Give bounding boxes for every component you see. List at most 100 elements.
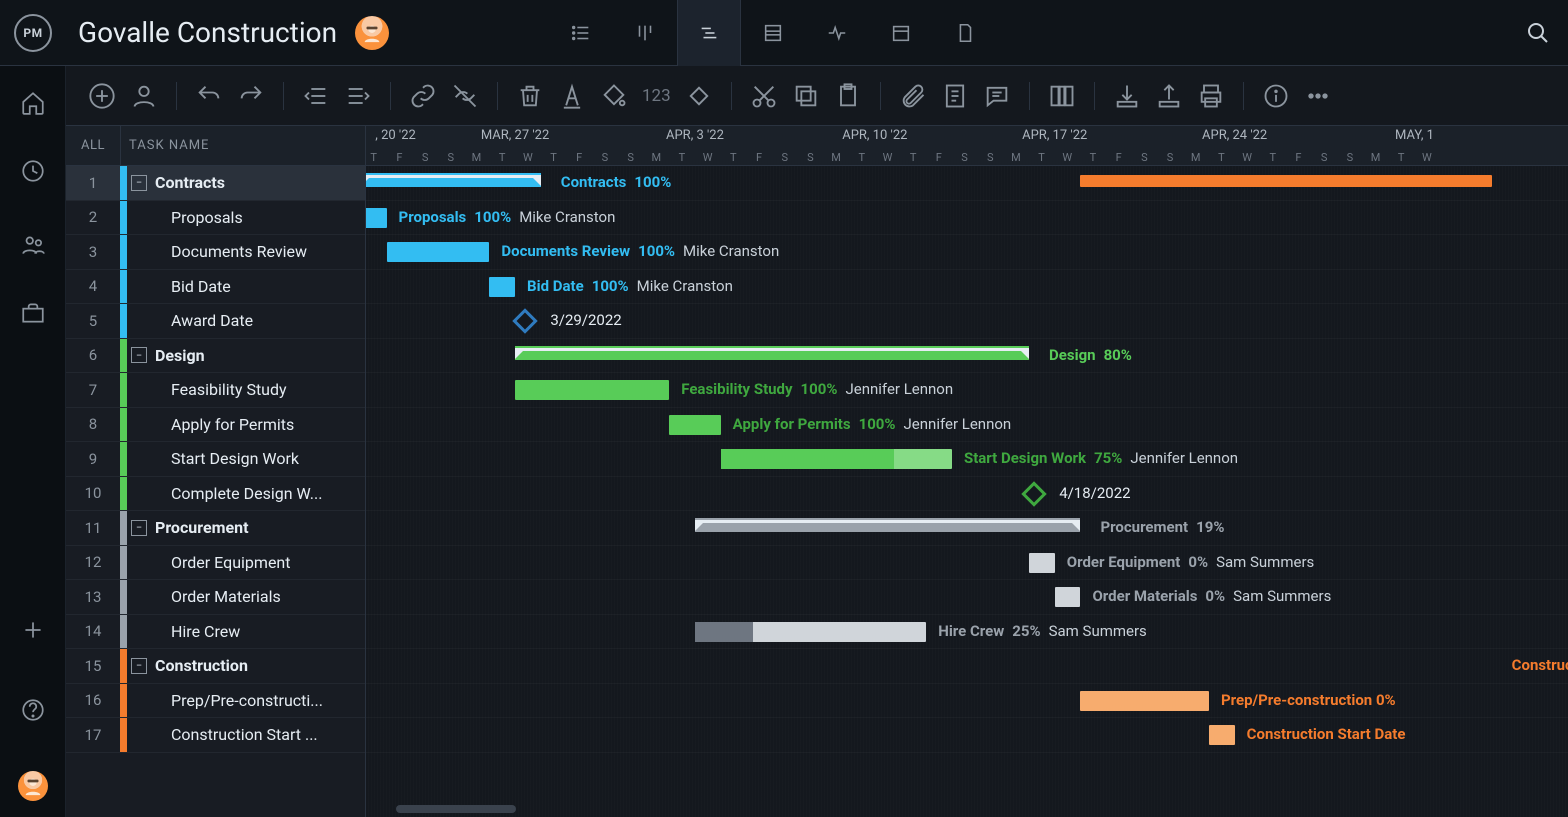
link-button[interactable] (409, 82, 437, 110)
task-row[interactable]: 16Prep/Pre-constructi... (66, 684, 365, 719)
info-button[interactable] (1262, 82, 1290, 110)
task-color-bar (120, 684, 127, 718)
paste-button[interactable] (834, 82, 862, 110)
task-row-number: 6 (66, 346, 120, 364)
task-name-label: Complete Design W... (171, 484, 365, 503)
task-row-number: 5 (66, 312, 120, 330)
view-list[interactable] (549, 0, 613, 66)
view-sheet[interactable] (741, 0, 805, 66)
task-row[interactable]: 11−Procurement (66, 511, 365, 546)
gantt-task-bar[interactable] (387, 242, 490, 262)
assign-button[interactable] (130, 82, 158, 110)
cut-button[interactable] (750, 82, 778, 110)
indent-button[interactable] (344, 82, 372, 110)
view-board[interactable] (613, 0, 677, 66)
task-row[interactable]: 10Complete Design W... (66, 477, 365, 512)
view-calendar[interactable] (869, 0, 933, 66)
outdent-button[interactable] (302, 82, 330, 110)
gantt-task-bar[interactable] (489, 277, 515, 297)
gantt-task-bar[interactable] (721, 449, 952, 469)
redo-button[interactable] (237, 82, 265, 110)
gantt-bar-label: Apply for Permits100%Jennifer Lennon (733, 415, 1012, 433)
home-icon[interactable] (20, 90, 46, 116)
gantt-bar-label: Order Materials0%Sam Summers (1092, 587, 1331, 605)
task-name-label: Design (155, 346, 365, 365)
app-logo[interactable]: PM (14, 14, 52, 52)
task-row[interactable]: 9Start Design Work (66, 442, 365, 477)
more-button[interactable] (1304, 82, 1332, 110)
task-row[interactable]: 3Documents Review (66, 235, 365, 270)
timeline-day-label: M (1363, 151, 1389, 164)
fill-color-button[interactable] (600, 82, 628, 110)
export-button[interactable] (1155, 82, 1183, 110)
gantt-summary-bar[interactable] (515, 348, 1029, 358)
task-color-bar (120, 373, 127, 407)
team-icon[interactable] (20, 232, 46, 258)
text-color-button[interactable] (558, 82, 586, 110)
person-icon (361, 22, 383, 44)
task-row[interactable]: 5Award Date (66, 304, 365, 339)
comments-button[interactable] (983, 82, 1011, 110)
gantt-task-bar[interactable] (669, 415, 720, 435)
task-row[interactable]: 6−Design (66, 339, 365, 374)
task-row[interactable]: 12Order Equipment (66, 546, 365, 581)
task-color-bar (120, 166, 127, 200)
timeline-day-label: T (1209, 151, 1235, 164)
task-name-label: Feasibility Study (171, 380, 365, 399)
print-button[interactable] (1197, 82, 1225, 110)
task-row-number: 12 (66, 553, 120, 571)
view-gantt[interactable] (677, 0, 741, 66)
task-row[interactable]: 4Bid Date (66, 270, 365, 305)
task-row[interactable]: 17Construction Start ... (66, 718, 365, 753)
gantt-task-bar[interactable] (1209, 725, 1235, 745)
attach-button[interactable] (899, 82, 927, 110)
collapse-icon[interactable]: − (131, 347, 147, 363)
gantt-task-bar[interactable] (366, 208, 387, 228)
gantt-summary-bar[interactable] (366, 175, 541, 185)
notes-button[interactable] (941, 82, 969, 110)
copy-button[interactable] (792, 82, 820, 110)
task-row[interactable]: 13Order Materials (66, 580, 365, 615)
add-icon[interactable] (20, 617, 46, 643)
number-format-button[interactable]: 123 (642, 86, 671, 106)
help-icon[interactable] (20, 697, 46, 723)
column-taskname[interactable]: TASK NAME (121, 138, 209, 153)
horizontal-scrollbar[interactable] (396, 805, 516, 813)
current-user-avatar[interactable] (18, 771, 48, 801)
view-activity[interactable] (805, 0, 869, 66)
task-row[interactable]: 15−Construction (66, 649, 365, 684)
timeline-day-label: S (798, 151, 824, 164)
gantt-task-bar[interactable] (515, 380, 669, 400)
task-row[interactable]: 7Feasibility Study (66, 373, 365, 408)
collapse-icon[interactable]: − (131, 520, 147, 536)
undo-button[interactable] (195, 82, 223, 110)
timeline-day-label: F (746, 151, 772, 164)
gantt-chart[interactable]: Contracts100%Proposals100%Mike CranstonD… (366, 166, 1568, 817)
gantt-task-bar[interactable] (695, 622, 926, 642)
task-row[interactable]: 2Proposals (66, 201, 365, 236)
search-icon[interactable] (1526, 21, 1550, 45)
recent-icon[interactable] (20, 158, 46, 184)
task-row[interactable]: 1−Contracts (66, 166, 365, 201)
gantt-summary-bar[interactable] (1080, 175, 1491, 187)
project-owner-avatar[interactable] (355, 16, 389, 50)
portfolio-icon[interactable] (20, 300, 46, 326)
task-row[interactable]: 14Hire Crew (66, 615, 365, 650)
task-row[interactable]: 8Apply for Permits (66, 408, 365, 443)
task-list-header: ALL TASK NAME (66, 126, 366, 166)
collapse-icon[interactable]: − (131, 175, 147, 191)
gantt-task-bar[interactable] (1029, 553, 1055, 573)
gantt-task-bar[interactable] (1080, 691, 1209, 711)
columns-button[interactable] (1048, 82, 1076, 110)
unlink-button[interactable] (451, 82, 479, 110)
view-files[interactable] (933, 0, 997, 66)
collapse-icon[interactable]: − (131, 658, 147, 674)
task-row-number: 15 (66, 657, 120, 675)
gantt-task-bar[interactable] (1055, 587, 1081, 607)
add-task-button[interactable] (88, 82, 116, 110)
milestone-button[interactable] (685, 82, 713, 110)
column-all[interactable]: ALL (66, 138, 120, 153)
delete-button[interactable] (516, 82, 544, 110)
gantt-summary-bar[interactable] (695, 520, 1081, 530)
import-button[interactable] (1113, 82, 1141, 110)
